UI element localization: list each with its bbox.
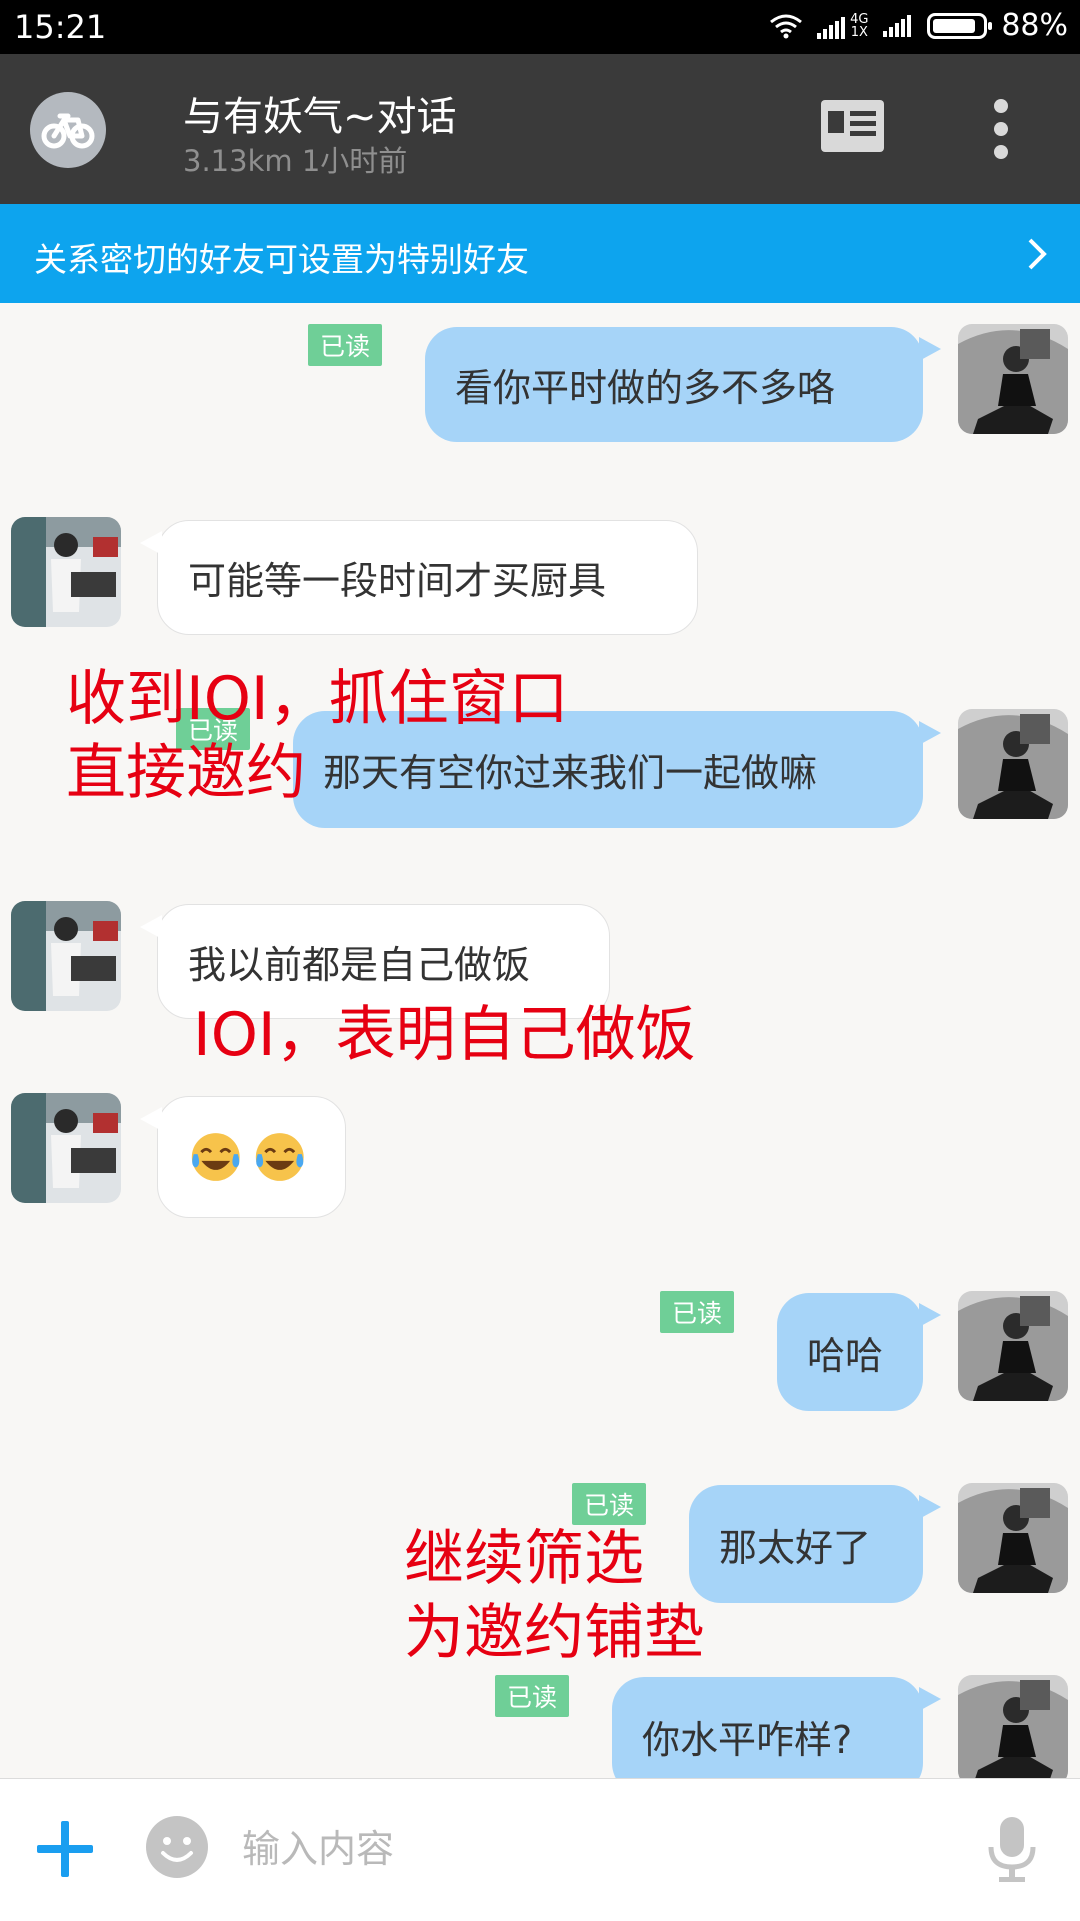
chevron-right-icon (1028, 238, 1047, 270)
message-text: 可能等一段时间才买厨具 (188, 559, 607, 603)
chat-header: 与有妖气~对话 3.13km 1小时前 (0, 54, 1080, 204)
message-text: 哈哈 (807, 1333, 884, 1378)
contact-avatar[interactable] (11, 1093, 121, 1203)
banner-text: 关系密切的好友可设置为特别好友 (34, 240, 529, 279)
joy-tears-emoji-icon (255, 1133, 304, 1181)
annotation-screening: 继续筛选 为邀约铺垫 (404, 1524, 704, 1668)
contact-avatar[interactable] (11, 517, 121, 627)
message-bubble-sent[interactable]: 那太好了 (689, 1485, 941, 1603)
profile-card-icon[interactable] (820, 99, 885, 153)
my-avatar[interactable] (958, 324, 1068, 434)
network-type: 4G 1X (850, 11, 869, 40)
battery-percent: 88% (1001, 8, 1068, 43)
cell-signal-icon-2 (883, 14, 912, 37)
status-icons: 4G 1X 88% (769, 8, 1068, 43)
header-avatar[interactable] (30, 92, 106, 168)
read-badge: 已读 (308, 324, 383, 366)
cell-signal-icon: 4G 1X (817, 13, 869, 39)
message-bubble-sent[interactable]: 你水平咋样? (612, 1677, 941, 1778)
input-bar (0, 1778, 1080, 1921)
read-badge: 已读 (660, 1291, 735, 1333)
joy-tears-emoji-icon (191, 1133, 240, 1181)
page-title: 与有妖气~对话 (183, 94, 457, 140)
message-bubble-sent[interactable]: 哈哈 (777, 1293, 941, 1411)
status-time: 15:21 (14, 8, 107, 46)
battery-icon (927, 12, 993, 39)
more-options-icon[interactable] (988, 98, 1014, 160)
message-input[interactable] (240, 1813, 944, 1885)
microphone-icon[interactable] (985, 1815, 1039, 1885)
bicycle-icon (41, 113, 95, 149)
message-text: 你水平咋样? (642, 1717, 853, 1762)
annotation-ioi-cooking: IOI，表明自己做饭 (193, 1000, 696, 1070)
chat-messages[interactable]: 看你平时做的多不多咯 已读 可能等一段时间才买厨具 那天有空你过来我们一起做嘛 … (0, 303, 1080, 1778)
plus-icon[interactable] (35, 1819, 95, 1879)
read-badge: 已读 (495, 1675, 570, 1717)
my-avatar[interactable] (958, 1483, 1068, 1593)
message-text: 那太好了 (719, 1525, 872, 1570)
contact-avatar[interactable] (11, 901, 121, 1011)
status-bar: 15:21 4G 1X 88% (0, 0, 1080, 54)
message-bubble-sent[interactable]: 看你平时做的多不多咯 (425, 327, 941, 442)
read-badge: 已读 (572, 1483, 647, 1525)
battery-fill (933, 18, 976, 33)
message-text: 我以前都是自己做饭 (188, 943, 531, 987)
smiley-icon[interactable] (145, 1815, 209, 1879)
message-text: 看你平时做的多不多咯 (455, 366, 836, 410)
page-subtitle: 3.13km 1小时前 (183, 144, 408, 178)
my-avatar[interactable] (958, 1291, 1068, 1401)
special-friend-banner[interactable]: 关系密切的好友可设置为特别好友 (0, 204, 1080, 303)
message-bubble-received[interactable]: 可能等一段时间才买厨具 (140, 520, 698, 635)
my-avatar[interactable] (958, 709, 1068, 819)
wifi-icon (770, 14, 803, 38)
message-bubble-received[interactable] (140, 1096, 346, 1218)
my-avatar[interactable] (958, 1675, 1068, 1778)
annotation-invite: 收到IOI，抓住窗口 直接邀约 (66, 664, 569, 808)
